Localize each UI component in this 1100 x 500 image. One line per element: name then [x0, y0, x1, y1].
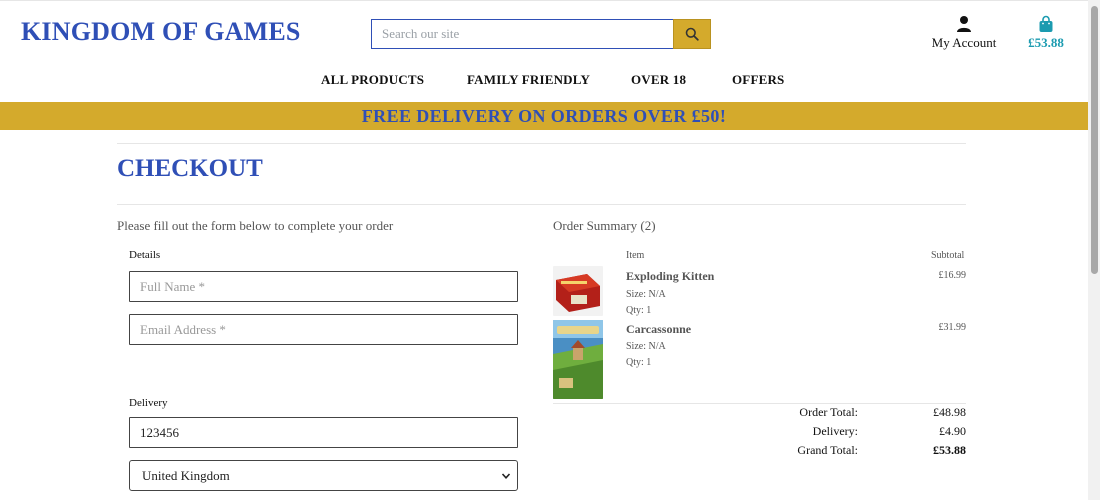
nav-over-18[interactable]: OVER 18	[631, 72, 686, 88]
order-total-label: Order Total:	[799, 405, 858, 419]
chevron-down-icon	[501, 473, 511, 479]
postcode-field[interactable]	[129, 417, 518, 448]
nav-offers[interactable]: OFFERS	[732, 72, 784, 88]
country-select[interactable]: United Kingdom	[129, 460, 518, 491]
carcassonne-box-image	[553, 320, 603, 399]
item-subtotal: £31.99	[938, 322, 967, 333]
bag-total: £53.88	[1028, 35, 1064, 50]
exploding-kitten-box-image	[553, 266, 603, 316]
checkout-intro: Please fill out the form below to comple…	[117, 218, 394, 233]
delivery-value: £4.90	[939, 424, 966, 438]
item-qty: Qty: 1	[626, 305, 652, 316]
product-image-carcassonne	[553, 320, 603, 399]
page-title: CHECKOUT	[117, 155, 263, 182]
page-scrollbar[interactable]	[1088, 0, 1100, 500]
delivery-label: Delivery:	[812, 424, 858, 438]
grand-total-label: Grand Total:	[797, 443, 858, 457]
search-button[interactable]	[673, 19, 711, 49]
divider	[117, 143, 966, 144]
column-subtotal: Subtotal	[931, 250, 965, 261]
shopping-bag-icon	[1039, 15, 1053, 32]
delivery-banner: FREE DELIVERY ON ORDERS OVER £50!	[0, 102, 1088, 130]
country-selected: United Kingdom	[142, 467, 230, 483]
delivery-banner-text: FREE DELIVERY ON ORDERS OVER £50!	[361, 105, 727, 126]
site-logo[interactable]: KINGDOM OF GAMES	[21, 17, 301, 47]
full-name-field[interactable]	[129, 271, 518, 302]
product-image-exploding-kitten	[553, 266, 603, 316]
grand-total-value: £53.88	[933, 443, 966, 457]
divider	[553, 403, 966, 404]
item-qty: Qty: 1	[626, 357, 652, 368]
main-nav: ALL PRODUCTS FAMILY FRIENDLY OVER 18 OFF…	[0, 72, 1088, 90]
details-legend: Details	[129, 249, 161, 261]
item-name: Carcassonne	[626, 322, 692, 336]
nav-family-friendly[interactable]: FAMILY FRIENDLY	[467, 72, 590, 88]
top-border	[0, 0, 1088, 1]
search-icon	[685, 27, 699, 41]
user-icon	[957, 16, 971, 32]
item-size: Size: N/A	[626, 289, 666, 300]
item-size: Size: N/A	[626, 341, 666, 352]
order-summary-title: Order Summary (2)	[553, 218, 656, 233]
item-subtotal: £16.99	[938, 270, 967, 281]
divider	[117, 204, 966, 205]
delivery-legend: Delivery	[129, 397, 168, 409]
email-field[interactable]	[129, 314, 518, 345]
my-account-label: My Account	[931, 35, 997, 50]
search-input[interactable]	[371, 19, 673, 49]
nav-all-products[interactable]: ALL PRODUCTS	[321, 72, 424, 88]
shopping-bag-link[interactable]: £53.88	[1020, 15, 1072, 51]
my-account-link[interactable]: My Account	[925, 15, 1003, 51]
search-form	[371, 19, 711, 49]
order-total-value: £48.98	[933, 405, 966, 419]
item-name: Exploding Kitten	[626, 269, 715, 283]
column-item: Item	[626, 250, 645, 261]
scrollbar-thumb[interactable]	[1091, 6, 1098, 274]
